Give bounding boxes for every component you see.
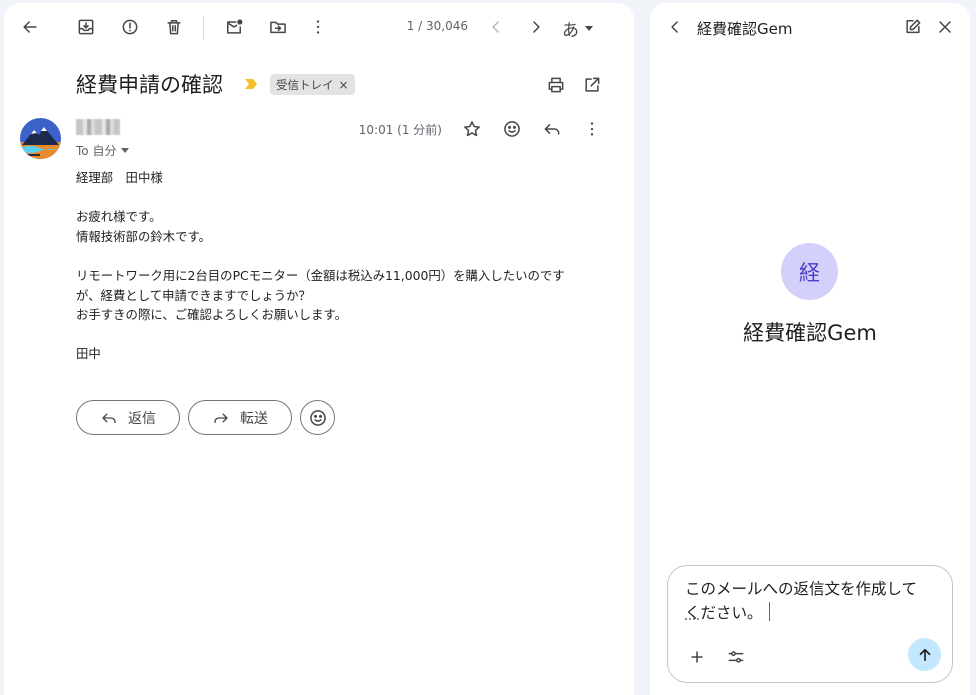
pager-count: 1 / 30,046	[406, 19, 468, 33]
reply-icon	[102, 413, 116, 423]
archive-icon	[78, 19, 94, 35]
label-remove-icon[interactable]: ×	[339, 78, 349, 92]
open-new-window-button[interactable]	[576, 69, 608, 101]
mark-unread-icon	[227, 19, 243, 34]
print-button[interactable]	[540, 69, 572, 101]
body-line: が、経費として申請できますでしょうか？	[76, 287, 311, 303]
input-tools-button[interactable]: あ	[562, 13, 593, 43]
tune-icon	[728, 651, 744, 663]
message-time: 10:01 (1 分前)	[358, 123, 442, 137]
forward-icon	[214, 413, 228, 423]
email-body: 経理部 田中様 お疲れ様です。 情報技術部の鈴木です。 リモートワーク用に2台目…	[76, 168, 596, 364]
chevron-left-icon	[671, 21, 678, 33]
message-more-button[interactable]	[576, 113, 608, 145]
move-to-button[interactable]	[262, 11, 294, 43]
add-reaction-button[interactable]	[496, 113, 528, 145]
new-chat-button[interactable]	[897, 11, 929, 43]
archive-button[interactable]	[70, 11, 102, 43]
newer-button[interactable]	[480, 11, 512, 43]
recipient-label: To 自分	[76, 144, 117, 158]
add-attachment-button[interactable]	[681, 641, 713, 673]
input-mode-label: あ	[562, 20, 579, 41]
mark-unread-button[interactable]	[218, 11, 250, 43]
trash-icon	[167, 20, 181, 35]
print-icon	[548, 77, 564, 93]
email-panel: 1 / 30,046 あ 経費申請の確認 受信トレイ × To 自分 10:01…	[4, 3, 634, 695]
chevron-down-icon	[121, 148, 130, 153]
send-button[interactable]	[908, 638, 941, 671]
reply-pill-button[interactable]: 返信	[76, 400, 180, 435]
body-line: リモートワーク用に2台目のPCモニター（金額は税込み11,000円）を購入したい…	[76, 267, 565, 283]
reply-icon	[544, 124, 560, 135]
body-blank-line	[76, 246, 596, 266]
body-blank-line	[76, 325, 596, 345]
close-panel-button[interactable]	[929, 11, 961, 43]
chevron-left-icon	[492, 21, 499, 33]
body-line: 経理部 田中様	[76, 170, 163, 185]
more-vert-icon	[316, 20, 320, 34]
reply-label: 返信	[128, 410, 156, 427]
body-line: 田中	[76, 346, 101, 362]
older-button[interactable]	[520, 11, 552, 43]
report-spam-icon	[122, 19, 138, 35]
emoji-icon	[309, 409, 326, 426]
star-icon	[464, 121, 480, 137]
more-vert-icon	[590, 122, 594, 136]
text-cursor	[768, 602, 771, 621]
arrow-left-icon	[23, 21, 37, 33]
forward-pill-button[interactable]: 転送	[188, 400, 292, 435]
forward-label: 転送	[240, 410, 268, 427]
edit-icon	[906, 19, 921, 34]
report-spam-button[interactable]	[114, 11, 146, 43]
label-chip-inbox: 受信トレイ ×	[270, 74, 355, 95]
gem-side-panel: 経費確認Gem 経 経費確認Gem このメールへの返信文を作成して ください。	[650, 3, 970, 695]
back-button[interactable]	[14, 11, 46, 43]
body-line: 情報技術部の鈴木です。	[76, 228, 212, 244]
arrow-up-icon	[919, 648, 930, 661]
tools-button[interactable]	[720, 641, 752, 673]
importance-marker-icon[interactable]	[244, 79, 258, 89]
sender-avatar[interactable]	[20, 118, 61, 159]
avatar-mountain-image	[20, 118, 61, 159]
body-line: お手すきの際に、ご確認よろしくお願いします。	[76, 307, 347, 323]
prompt-input[interactable]: このメールへの返信文を作成して ください。	[667, 565, 953, 683]
open-in-new-icon	[585, 77, 600, 92]
body-blank-line	[76, 188, 596, 208]
toolbar-divider	[203, 16, 204, 40]
prompt-line-1: このメールへの返信文を作成して	[685, 580, 918, 598]
prompt-line-2: ださい。	[700, 604, 763, 622]
delete-button[interactable]	[158, 11, 190, 43]
recipient-details[interactable]: To 自分	[76, 142, 130, 159]
reply-button[interactable]	[536, 113, 568, 145]
body-line: お疲れ様です。	[76, 209, 162, 225]
emoji-reaction-button[interactable]	[300, 400, 335, 435]
gem-name: 経費確認Gem	[743, 321, 877, 345]
email-subject: 経費申請の確認	[76, 73, 223, 97]
chevron-down-icon	[585, 25, 593, 31]
gem-back-button[interactable]	[659, 11, 691, 43]
plus-icon	[691, 651, 703, 663]
star-button[interactable]	[456, 113, 488, 145]
emoji-icon	[504, 121, 520, 137]
prompt-text[interactable]: このメールへの返信文を作成して ください。	[685, 577, 940, 625]
chevron-right-icon	[533, 21, 540, 33]
more-options-button[interactable]	[302, 11, 334, 43]
sender-name-redacted	[76, 119, 120, 135]
gem-avatar: 経	[781, 243, 838, 300]
close-icon	[939, 21, 951, 33]
move-to-icon	[270, 21, 286, 34]
label-chip-text: 受信トレイ	[276, 77, 334, 92]
gem-header-title: 経費確認Gem	[697, 20, 793, 38]
prompt-underlined-char: く	[685, 604, 701, 622]
